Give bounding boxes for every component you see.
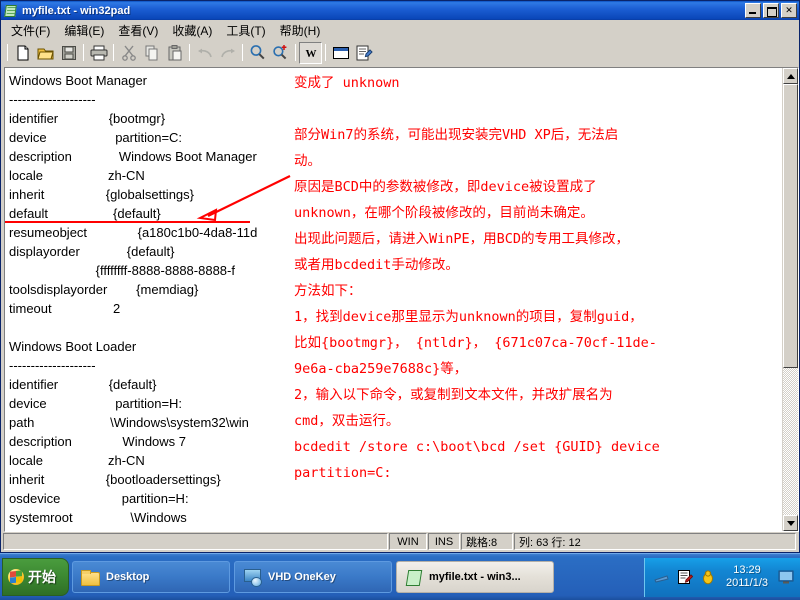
properties-icon[interactable] bbox=[352, 42, 375, 64]
start-button-label: 开始 bbox=[28, 569, 56, 585]
taskbar-item-label: myfile.txt - win3... bbox=[429, 571, 521, 583]
scroll-thumb[interactable] bbox=[783, 84, 798, 369]
pen-icon[interactable] bbox=[654, 569, 670, 585]
status-bar: WIN INS 跳格:8 列: 63 行: 12 bbox=[1, 532, 799, 552]
display-icon[interactable] bbox=[778, 569, 794, 585]
win32pad-window: myfile.txt - win32pad ✕ 文件(F) 编辑(E) 查看(V… bbox=[0, 0, 800, 553]
redo-icon[interactable] bbox=[216, 42, 239, 64]
cut-icon[interactable] bbox=[117, 42, 140, 64]
status-win: WIN bbox=[389, 533, 427, 550]
copy-icon[interactable] bbox=[140, 42, 163, 64]
system-tray: 13:29 2011/1/3 bbox=[643, 557, 800, 597]
windows-flag-icon bbox=[8, 569, 24, 585]
menu-edit[interactable]: 编辑(E) bbox=[57, 20, 111, 41]
save-file-icon[interactable] bbox=[57, 42, 80, 64]
toolbar-separator bbox=[189, 44, 190, 61]
status-message bbox=[3, 533, 388, 550]
clock[interactable]: 13:29 2011/1/3 bbox=[726, 564, 768, 590]
taskbar: 开始 Desktop VHD OneKey myfile.txt - win3.… bbox=[0, 553, 800, 600]
menu-favorites[interactable]: 收藏(A) bbox=[165, 20, 219, 41]
toolbar-separator bbox=[7, 44, 8, 61]
find-replace-icon[interactable] bbox=[269, 42, 292, 64]
caption-buttons: ✕ bbox=[745, 3, 797, 18]
notepad-edit-icon[interactable] bbox=[677, 569, 693, 585]
toolbar: W bbox=[1, 40, 799, 66]
folder-icon bbox=[81, 569, 100, 586]
taskbar-item-label: Desktop bbox=[106, 571, 150, 583]
window-title: myfile.txt - win32pad bbox=[22, 4, 131, 17]
taskbar-item-label: VHD OneKey bbox=[268, 571, 336, 583]
open-file-icon[interactable] bbox=[34, 42, 57, 64]
toolbar-separator bbox=[295, 44, 296, 61]
status-insert-mode: INS bbox=[428, 533, 460, 550]
shield-alert-icon[interactable] bbox=[700, 569, 716, 585]
toolbar-separator bbox=[83, 44, 84, 61]
taskbar-item-myfile[interactable]: myfile.txt - win3... bbox=[396, 561, 554, 593]
editor-canvas[interactable]: Windows Boot Manager -------------------… bbox=[5, 68, 782, 531]
menu-help[interactable]: 帮助(H) bbox=[273, 20, 328, 41]
vertical-scrollbar[interactable] bbox=[782, 68, 798, 531]
menu-bar: 文件(F) 编辑(E) 查看(V) 收藏(A) 工具(T) 帮助(H) bbox=[1, 20, 799, 40]
minimize-button[interactable] bbox=[745, 3, 761, 18]
scroll-up-button[interactable] bbox=[783, 68, 798, 84]
menu-view[interactable]: 查看(V) bbox=[111, 20, 165, 41]
status-caret-position: 列: 63 行: 12 bbox=[514, 533, 796, 550]
notepad-icon bbox=[405, 569, 422, 586]
window-icon[interactable] bbox=[329, 42, 352, 64]
toolbar-separator bbox=[113, 44, 114, 61]
red-arrow-annotation bbox=[196, 175, 291, 222]
clock-date: 2011/1/3 bbox=[725, 577, 768, 589]
monitor-disc-icon bbox=[243, 569, 262, 587]
status-tab-width: 跳格:8 bbox=[461, 533, 513, 550]
svg-text:W: W bbox=[305, 48, 316, 60]
title-bar: myfile.txt - win32pad ✕ bbox=[1, 1, 799, 20]
taskbar-item-desktop[interactable]: Desktop bbox=[72, 561, 230, 593]
text-editor[interactable]: Windows Boot Manager -------------------… bbox=[4, 67, 799, 532]
scroll-track[interactable] bbox=[783, 84, 798, 515]
toolbar-separator bbox=[325, 44, 326, 61]
notepad-icon bbox=[3, 4, 19, 18]
annotation-text: 变成了 unknown 部分Win7的系统，可能出现安装完VHD XP后，无法启… bbox=[294, 75, 660, 481]
clock-time: 13:29 bbox=[733, 564, 761, 576]
paste-icon[interactable] bbox=[163, 42, 186, 64]
close-button[interactable]: ✕ bbox=[781, 3, 797, 18]
scroll-down-button[interactable] bbox=[783, 515, 798, 531]
toolbar-separator bbox=[242, 44, 243, 61]
start-button[interactable]: 开始 bbox=[2, 558, 69, 596]
find-icon[interactable] bbox=[246, 42, 269, 64]
menu-file[interactable]: 文件(F) bbox=[4, 20, 57, 41]
undo-icon[interactable] bbox=[193, 42, 216, 64]
taskbar-item-vhd-onekey[interactable]: VHD OneKey bbox=[234, 561, 392, 593]
menu-tools[interactable]: 工具(T) bbox=[219, 20, 272, 41]
maximize-button[interactable] bbox=[763, 3, 779, 18]
print-icon[interactable] bbox=[87, 42, 110, 64]
new-file-icon[interactable] bbox=[11, 42, 34, 64]
word-wrap-icon[interactable]: W bbox=[299, 41, 322, 64]
